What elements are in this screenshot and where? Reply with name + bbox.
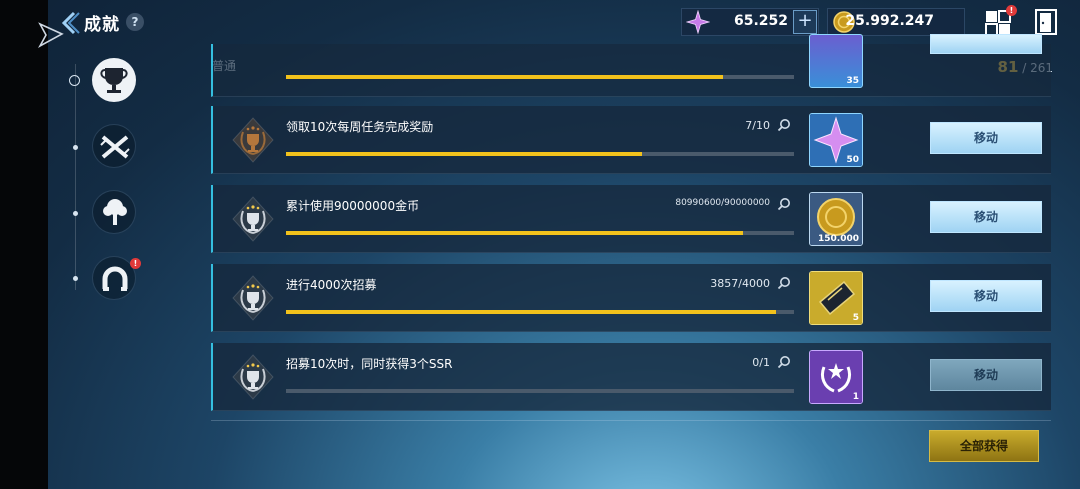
purple-star-icon [686, 10, 710, 34]
progress-track [286, 152, 794, 156]
tree-icon [103, 199, 127, 225]
silver-trophy-icon [232, 196, 274, 242]
reward-slot[interactable]: 1 [809, 350, 863, 404]
move-button[interactable]: 移动 [930, 201, 1042, 233]
achievement-row: 进行4000次招募 3857/4000 5 移动 [211, 264, 1051, 332]
search-icon[interactable] [777, 118, 791, 132]
search-icon[interactable] [777, 197, 791, 211]
achievement-count: 7/10 [745, 119, 770, 132]
bronze-trophy-icon [232, 117, 274, 163]
reward-qty: 150.000 [818, 234, 859, 244]
progress-fill [286, 75, 723, 79]
back-chevron-icon[interactable] [58, 10, 82, 36]
progress-fill [286, 152, 642, 156]
silver-trophy-icon [232, 354, 274, 400]
left-edge-bar [0, 0, 48, 489]
gold-value: 25.992.247 [845, 13, 934, 29]
nav-dot [73, 211, 78, 216]
progress-fill [286, 310, 776, 314]
trophy-icon [100, 68, 128, 93]
move-button-partial[interactable] [930, 34, 1042, 54]
reward-qty: 1 [852, 392, 859, 402]
nav-dot-active [69, 75, 80, 86]
search-icon[interactable] [777, 355, 791, 369]
nav-tab-battle[interactable] [92, 124, 136, 168]
search-icon[interactable] [777, 276, 791, 290]
menu-alert-badge: ! [1006, 5, 1017, 16]
progress-track [286, 389, 794, 393]
nav-tab-growth[interactable] [92, 190, 136, 234]
silver-trophy-icon [232, 275, 274, 321]
progress-track [286, 310, 794, 314]
progress-fill [286, 231, 744, 235]
page-title: 成就 [84, 15, 120, 35]
achievement-count: 3857/4000 [710, 277, 770, 290]
achievement-row: 累计使用90000000金币 80990600/90000000 150.000… [211, 185, 1051, 253]
reward-slot[interactable]: 5 [809, 271, 863, 325]
nav-rail [75, 64, 76, 290]
exit-door-icon[interactable] [1034, 8, 1058, 36]
reward-slot[interactable]: 50 [809, 113, 863, 167]
achievement-title: 领取10次每周任务完成奖励 [286, 120, 434, 134]
gem-value: 65.252 [733, 13, 788, 29]
gem-counter: 65.252 + [681, 8, 819, 36]
progress-track [286, 231, 794, 235]
nav-dot [73, 276, 78, 281]
achievement-row: 领取10次每周任务完成奖励 7/10 50 移动 [211, 106, 1051, 174]
move-button[interactable]: 移动 [930, 122, 1042, 154]
reward-qty: 50 [846, 155, 859, 165]
achievement-title: 累计使用90000000金币 [286, 199, 420, 213]
nav-dot [73, 145, 78, 150]
list-divider [211, 420, 1051, 421]
collection-alert-badge: ! [130, 258, 141, 269]
achievement-title: 进行4000次招募 [286, 278, 377, 292]
gold-counter: 25.992.247 [827, 8, 965, 36]
collect-all-button[interactable]: 全部获得 [929, 430, 1039, 462]
achievement-row-partial: 35 [211, 34, 1051, 97]
move-button[interactable]: 移动 [930, 359, 1042, 391]
achievement-count: 0/1 [752, 356, 770, 369]
reward-slot[interactable]: 35 [809, 34, 863, 88]
reward-qty: 5 [852, 313, 859, 323]
achievement-title: 招募10次时，同时获得3个SSR [286, 357, 453, 371]
reward-qty: 35 [846, 76, 859, 86]
achievement-count: 80990600/90000000 [675, 198, 770, 208]
crossed-swords-icon [100, 135, 130, 159]
move-button[interactable]: 移动 [930, 280, 1042, 312]
achievement-row: 招募10次时，同时获得3个SSR 0/1 1 移动 [211, 343, 1051, 411]
progress-track [286, 75, 794, 79]
help-button[interactable]: ? [126, 13, 144, 31]
add-gems-button[interactable]: + [793, 10, 817, 34]
nav-tab-trophy[interactable] [92, 58, 136, 102]
reward-slot[interactable]: 150.000 [809, 192, 863, 246]
